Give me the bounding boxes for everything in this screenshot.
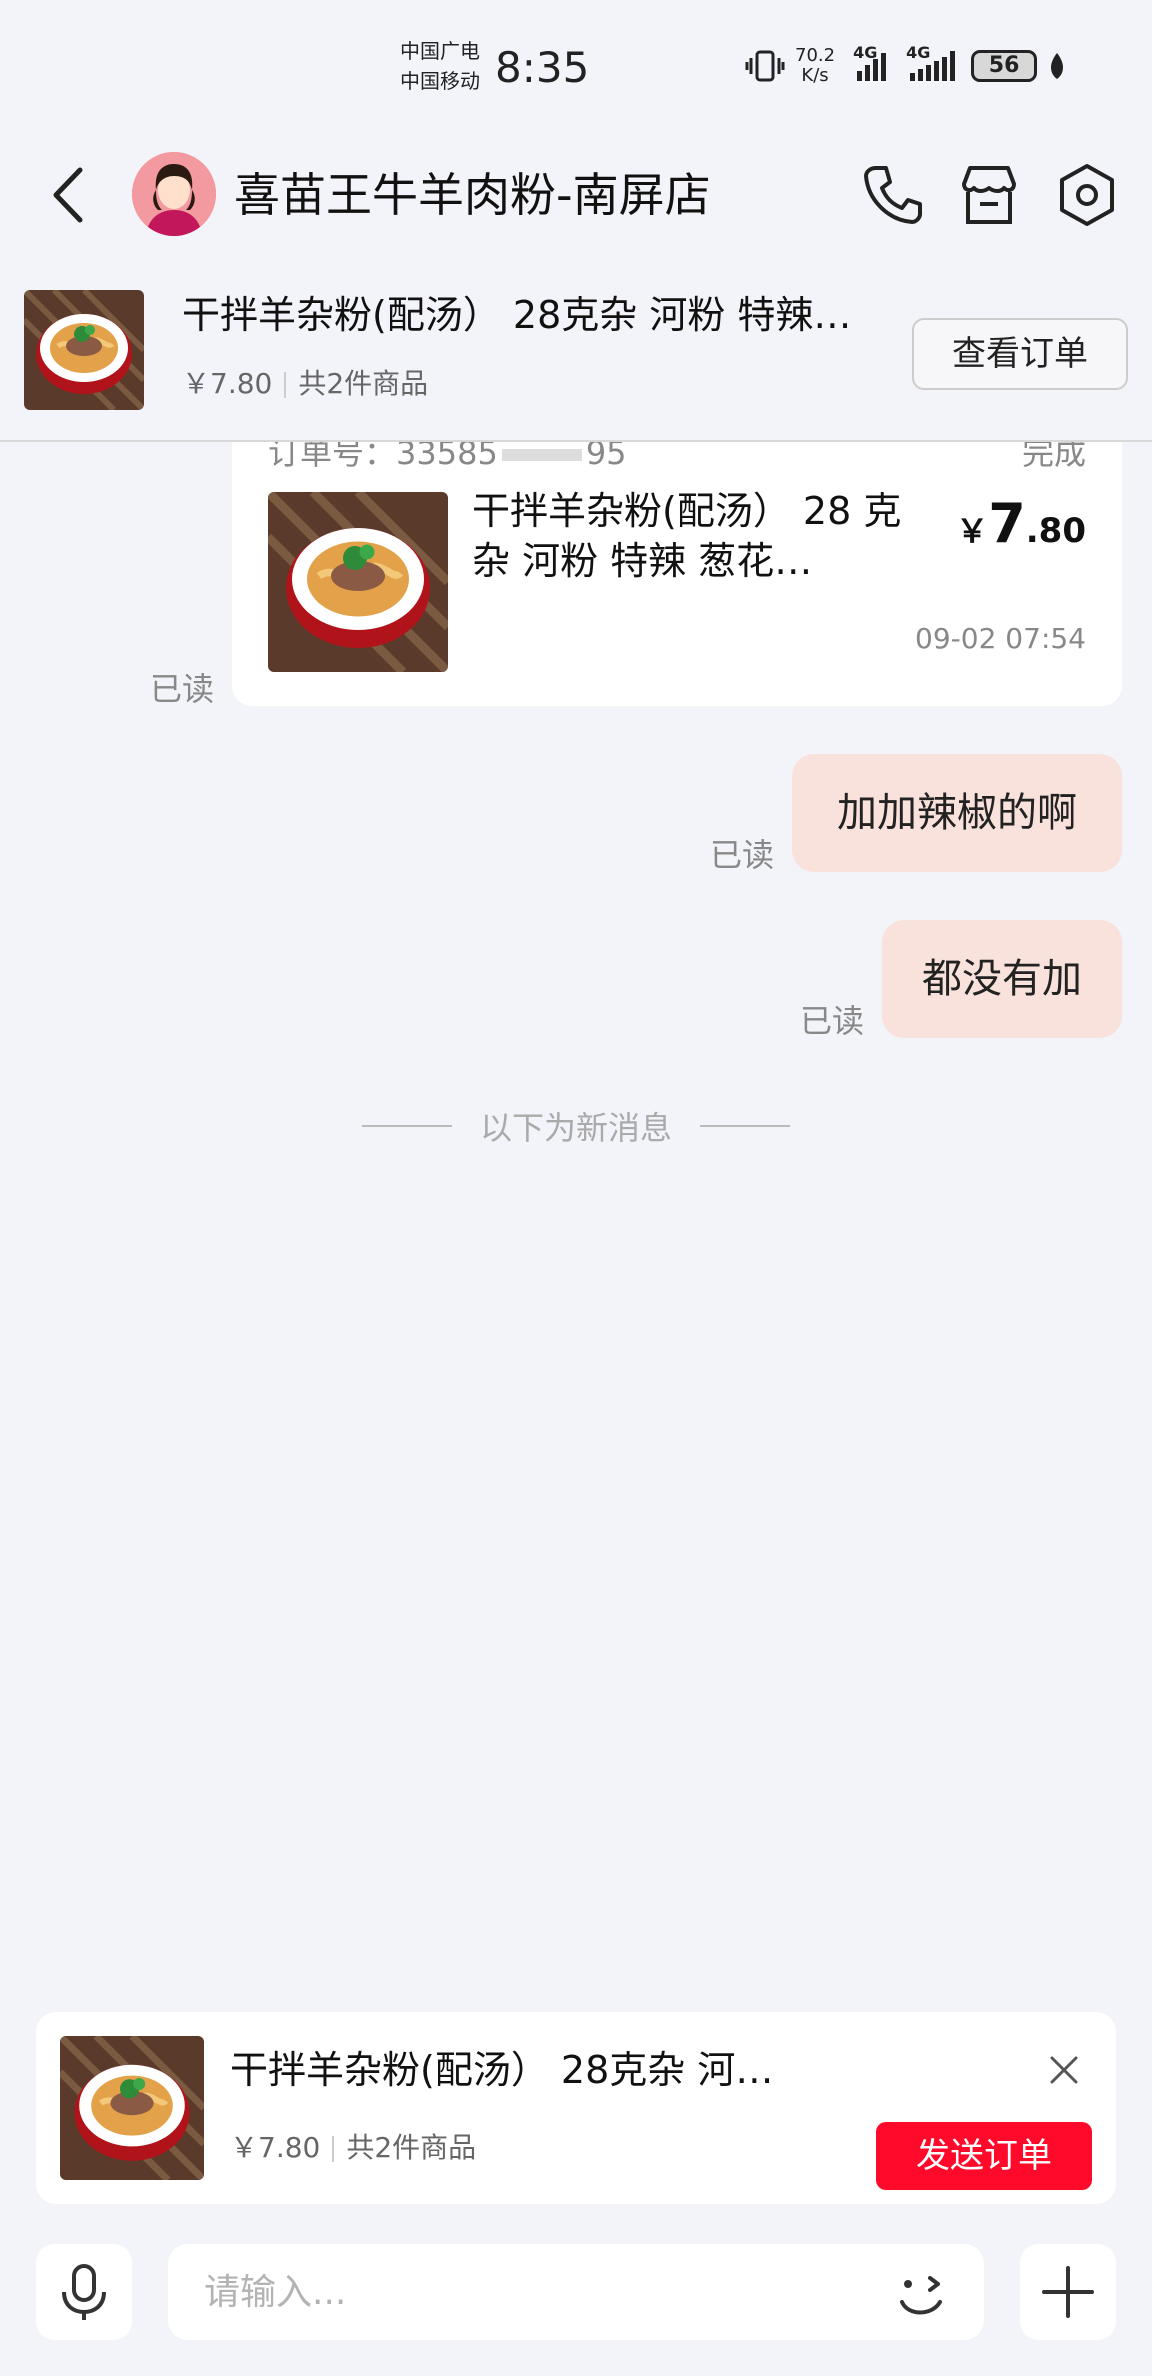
message-bubble[interactable]: 都没有加 (882, 920, 1122, 1038)
order-status: 完成 (1021, 442, 1086, 472)
carrier-2: 中国移动 (400, 69, 480, 93)
order-card-title: 干拌羊杂粉(配汤） 28 克杂 河粉 特辣 葱花… (472, 489, 902, 583)
food-thumbnail (268, 492, 448, 672)
wink-emoji-icon (900, 2276, 942, 2315)
food-thumbnail (24, 290, 144, 410)
back-button[interactable] (42, 162, 102, 228)
divider-line (700, 1125, 790, 1127)
order-card-time: 09-02 07:54 (915, 622, 1086, 655)
signal-icon-2: 4G (906, 43, 956, 81)
battery-indicator: 56 (971, 50, 1038, 82)
settings-button[interactable] (1052, 160, 1122, 230)
item-count: 共2件商品 (346, 2131, 477, 2164)
chevron-left-icon (53, 167, 83, 223)
divider (284, 372, 287, 398)
microphone-icon (62, 2264, 106, 2320)
store-button[interactable] (954, 160, 1024, 230)
close-button[interactable] (1044, 2050, 1084, 2090)
pending-order-title: 干拌羊杂粉(配汤） 28克杂 河… (230, 2048, 774, 2092)
plus-icon (1042, 2266, 1094, 2318)
order-card-price: ￥7.80 (956, 492, 1086, 555)
leaf-icon (1051, 53, 1064, 79)
more-button[interactable] (1020, 2244, 1116, 2340)
call-button[interactable] (858, 160, 928, 230)
new-messages-divider: 以下为新消息 (346, 1096, 806, 1156)
read-receipt: 已读 (710, 836, 775, 874)
message-input[interactable] (204, 2264, 824, 2320)
store-name: 喜苗王牛羊肉粉-南屏店 (234, 168, 711, 222)
voice-button[interactable] (36, 2244, 132, 2340)
carrier-1: 中国广电 (400, 39, 480, 63)
phone-icon (864, 166, 922, 224)
read-receipt: 已读 (800, 1002, 865, 1040)
pending-order-card: 干拌羊杂粉(配汤） 28克杂 河… ￥7.80 共2件商品 发送订单 (36, 2012, 1116, 2204)
clock: 8:35 (495, 43, 590, 92)
message-input-box[interactable] (168, 2244, 984, 2340)
order-card-message[interactable]: 订单号：33585 95 完成 干拌羊杂粉(配汤） 28 克杂 河粉 特辣 葱花…… (232, 442, 1122, 706)
settings-icon (1060, 164, 1114, 226)
signal-icon: 4G (853, 43, 887, 81)
order-price: ￥7.80 (230, 2131, 321, 2164)
order-banner-meta: ￥7.80 共2件商品 (182, 364, 428, 404)
network-speed: 70.2 K/s (795, 45, 836, 86)
avatar[interactable] (132, 152, 216, 236)
read-receipt: 已读 (150, 670, 215, 708)
noodle-bowl-image (24, 290, 144, 410)
status-icons: 70.2 K/s 4G 4G 56 (745, 43, 1067, 88)
redacted-mark (501, 449, 582, 461)
customer-service-avatar-icon (132, 152, 216, 236)
pending-order-meta: ￥7.80 共2件商品 (230, 2126, 476, 2170)
noodle-bowl-image (268, 492, 448, 672)
noodle-bowl-image (60, 2036, 204, 2180)
status-bar: 中国广电 中国移动 8:35 70.2 K/s 4G 4G 56 (0, 0, 1152, 130)
food-thumbnail (60, 2036, 204, 2180)
message-bubble[interactable]: 加加辣椒的啊 (792, 754, 1122, 872)
order-number: 订单号：33585 95 (268, 442, 627, 472)
chat-header: 喜苗王牛羊肉粉-南屏店 (0, 140, 1152, 250)
order-price: ￥7.80 (182, 367, 273, 400)
view-order-button[interactable]: 查看订单 (912, 318, 1128, 390)
order-banner: 干拌羊杂粉(配汤） 28克杂 河粉 特辣… ￥7.80 共2件商品 查看订单 (0, 272, 1152, 442)
input-bar (0, 2226, 1152, 2376)
divider (332, 2136, 335, 2162)
send-order-button[interactable]: 发送订单 (876, 2122, 1092, 2190)
close-icon (1050, 2056, 1078, 2084)
emoji-button[interactable] (884, 2258, 956, 2330)
store-icon (962, 166, 1016, 224)
order-banner-title: 干拌羊杂粉(配汤） 28克杂 河粉 特辣… (182, 293, 852, 337)
new-messages-label: 以下为新消息 (479, 1109, 672, 1147)
divider-line (361, 1125, 452, 1127)
vibrate-icon (745, 50, 785, 82)
carrier-labels: 中国广电 中国移动 (400, 36, 480, 96)
item-count: 共2件商品 (298, 367, 429, 400)
